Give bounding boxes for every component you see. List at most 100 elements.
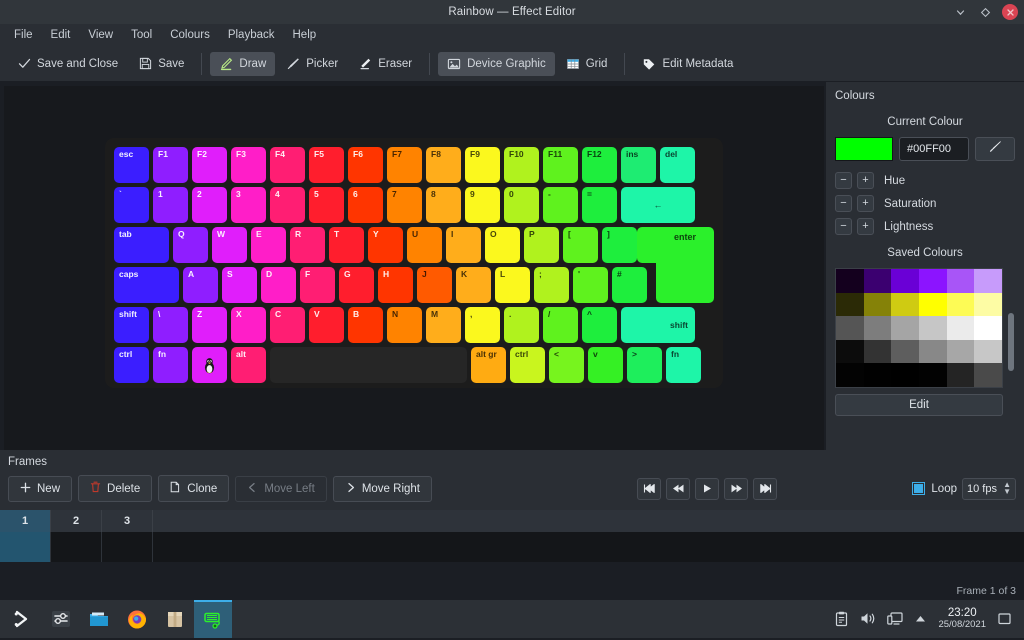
keyboard-key[interactable]: W	[212, 227, 247, 263]
keyboard-key[interactable]: 2	[192, 187, 227, 223]
keyboard-key[interactable]: =	[582, 187, 617, 223]
keyboard-key[interactable]: caps	[114, 267, 179, 303]
keyboard-key[interactable]: ins	[621, 147, 656, 183]
chevron-updown-icon[interactable]: ▲ ▼	[1003, 480, 1011, 496]
keyboard-key-enter-ext[interactable]	[637, 227, 661, 263]
saved-colour-swatch[interactable]	[891, 363, 919, 387]
keyboard-key[interactable]: D	[261, 267, 296, 303]
saved-colour-swatch[interactable]	[863, 269, 892, 293]
keyboard-key[interactable]: shift	[621, 307, 695, 343]
saved-colours-scrollbar[interactable]	[1007, 268, 1015, 388]
move-left-button[interactable]: Move Left	[235, 475, 327, 502]
saved-colour-swatch[interactable]	[863, 316, 892, 340]
edit-saved-colours-button[interactable]: Edit	[835, 393, 1003, 416]
timeline-tab[interactable]: 2	[51, 510, 102, 532]
keyboard-key[interactable]: J	[417, 267, 452, 303]
kde-launcher-icon[interactable]	[4, 600, 42, 638]
keyboard-key[interactable]: -	[543, 187, 578, 223]
timeline-cell[interactable]	[0, 532, 51, 562]
timeline-tab[interactable]: 1	[0, 510, 51, 532]
keyboard-key[interactable]: R	[290, 227, 325, 263]
saved-colour-swatch[interactable]	[918, 363, 947, 387]
saturation-plus-button[interactable]: +	[857, 195, 874, 212]
saved-colour-swatch[interactable]	[974, 269, 1002, 293]
display-icon[interactable]	[887, 611, 904, 626]
saved-colour-swatch[interactable]	[974, 316, 1002, 340]
keyboard-key[interactable]: F11	[543, 147, 578, 183]
polychromatic-icon[interactable]	[194, 600, 232, 638]
delete-frame-button[interactable]: Delete	[78, 475, 153, 502]
keyboard-key[interactable]: 4	[270, 187, 305, 223]
keyboard-key[interactable]: F2	[192, 147, 227, 183]
grid-button[interactable]: Grid	[557, 52, 617, 76]
menu-file[interactable]: File	[6, 26, 41, 44]
saved-colour-swatch[interactable]	[946, 316, 975, 340]
keyboard-key[interactable]: B	[348, 307, 383, 343]
draw-tool-button[interactable]: Draw	[210, 51, 276, 76]
keyboard-key[interactable]: 0	[504, 187, 539, 223]
keyboard-key[interactable]: O	[485, 227, 520, 263]
menu-edit[interactable]: Edit	[43, 26, 79, 44]
keyboard-key[interactable]: L	[495, 267, 530, 303]
save-and-close-button[interactable]: Save and Close	[8, 52, 127, 76]
keyboard-key[interactable]: H	[378, 267, 413, 303]
maximize-icon[interactable]	[977, 4, 993, 20]
saved-colour-swatch[interactable]	[836, 316, 864, 340]
saved-colour-swatch[interactable]	[863, 363, 892, 387]
play-button[interactable]	[695, 477, 720, 500]
keyboard-key[interactable]: A	[183, 267, 218, 303]
saturation-minus-button[interactable]: −	[835, 195, 852, 212]
keyboard-key[interactable]: alt	[231, 347, 266, 383]
keyboard-key[interactable]: ,	[465, 307, 500, 343]
keyboard-key[interactable]: ^	[582, 307, 617, 343]
skip-to-start-button[interactable]	[637, 477, 662, 500]
keyboard-key[interactable]: 7	[387, 187, 422, 223]
menu-help[interactable]: Help	[285, 26, 325, 44]
keyboard-key[interactable]: K	[456, 267, 491, 303]
saved-colour-swatch[interactable]	[836, 339, 864, 363]
menu-playback[interactable]: Playback	[220, 26, 283, 44]
keyboard-key[interactable]: del	[660, 147, 695, 183]
saved-colour-swatch[interactable]	[946, 339, 975, 363]
keyboard-key[interactable]: ctrl	[510, 347, 545, 383]
timeline-cell[interactable]	[51, 532, 102, 562]
keyboard-key[interactable]: I	[446, 227, 481, 263]
picker-tool-button[interactable]: Picker	[277, 52, 347, 76]
keyboard-key[interactable]: ctrl	[114, 347, 149, 383]
keyboard-key[interactable]: 6	[348, 187, 383, 223]
keyboard-key[interactable]: F5	[309, 147, 344, 183]
keyboard-key[interactable]: /	[543, 307, 578, 343]
keyboard-key[interactable]: X	[231, 307, 266, 343]
timeline-tab[interactable]: 3	[102, 510, 153, 532]
skip-to-end-button[interactable]	[753, 477, 778, 500]
loop-toggle[interactable]: Loop	[912, 482, 957, 495]
keyboard-key[interactable]: F6	[348, 147, 383, 183]
saved-colour-swatch[interactable]	[946, 292, 975, 316]
menu-tool[interactable]: Tool	[123, 26, 160, 44]
keyboard-key[interactable]: Q	[173, 227, 208, 263]
saved-colour-swatch[interactable]	[918, 269, 947, 293]
keyboard-key[interactable]: F3	[231, 147, 266, 183]
keyboard-key[interactable]: F10	[504, 147, 539, 183]
saved-colour-swatch[interactable]	[946, 363, 975, 387]
keyboard-key[interactable]: C	[270, 307, 305, 343]
keyboard-key[interactable]: G	[339, 267, 374, 303]
keyboard-key[interactable]: 3	[231, 187, 266, 223]
edit-metadata-button[interactable]: Edit Metadata	[633, 52, 742, 76]
clock[interactable]: 23:20 25/08/2021	[938, 607, 986, 631]
saved-colour-swatch[interactable]	[946, 269, 975, 293]
keyboard-key[interactable]: ←	[621, 187, 695, 223]
firefox-icon[interactable]	[118, 600, 156, 638]
clone-frame-button[interactable]: Clone	[158, 475, 230, 502]
keyboard-key[interactable]: Z	[192, 307, 227, 343]
keyboard-key[interactable]: E	[251, 227, 286, 263]
keyboard-key[interactable]: 9	[465, 187, 500, 223]
saved-colour-swatch[interactable]	[918, 292, 947, 316]
move-right-button[interactable]: Move Right	[332, 475, 432, 502]
keyboard-key[interactable]: fn	[153, 347, 188, 383]
keyboard-key[interactable]: `	[114, 187, 149, 223]
saved-colour-swatch[interactable]	[836, 269, 864, 293]
keyboard-key[interactable]: F1	[153, 147, 188, 183]
fast-forward-button[interactable]	[724, 477, 749, 500]
saved-colour-swatch[interactable]	[836, 292, 864, 316]
